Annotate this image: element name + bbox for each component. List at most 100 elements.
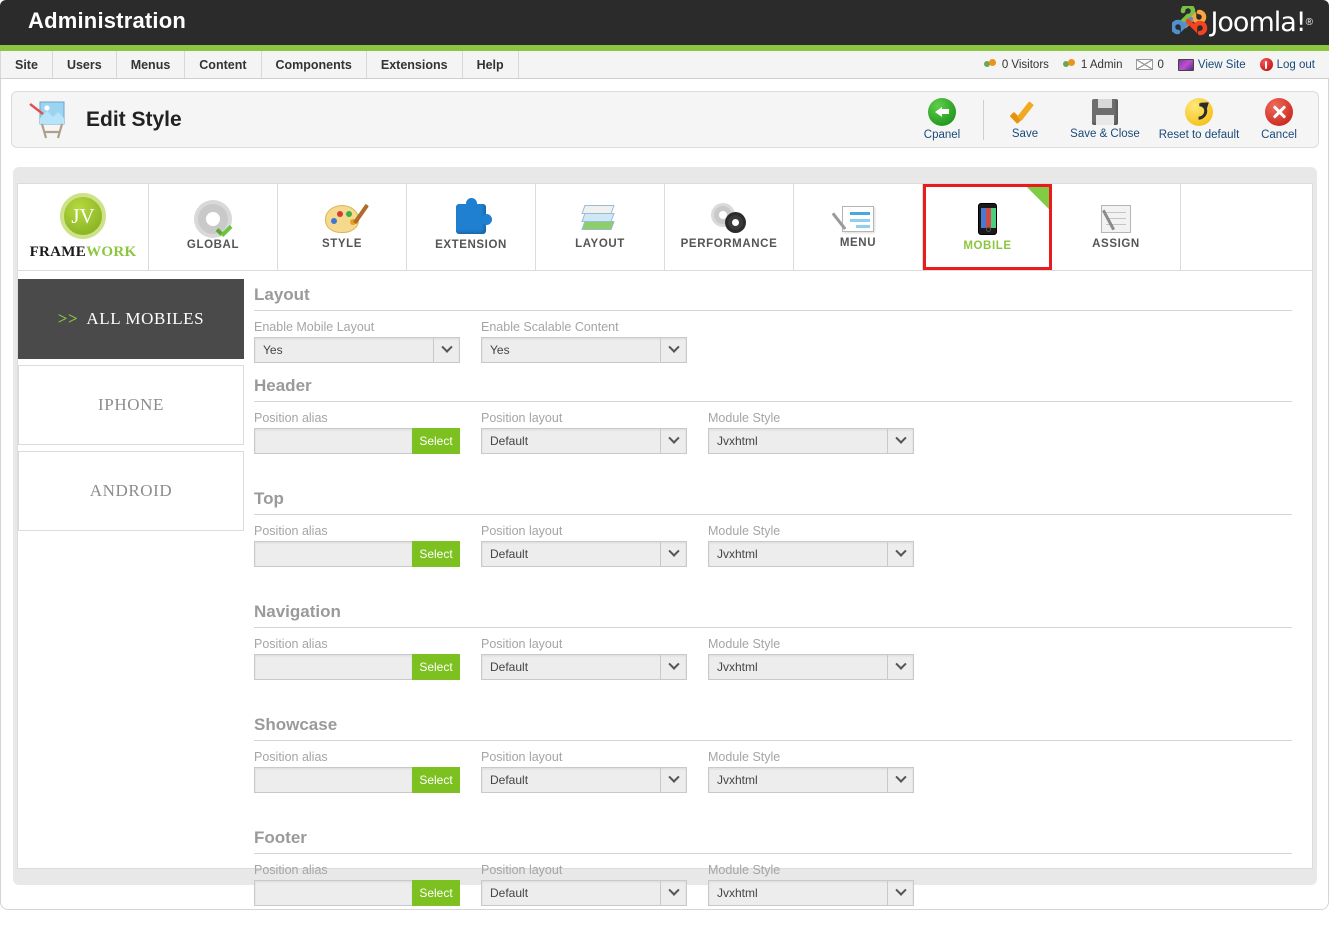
app-title: Administration: [28, 8, 187, 33]
menu-item-menus[interactable]: Menus: [117, 51, 186, 78]
top-style-select[interactable]: Jvxhtml: [708, 541, 914, 567]
field-enable-scalable-content: Enable Scalable Content Yes: [481, 320, 687, 376]
chevron-down-icon: [660, 768, 686, 792]
chevron-down-icon: [887, 429, 913, 453]
tab-menu[interactable]: MENU: [794, 184, 923, 270]
top-select-button[interactable]: Select: [412, 541, 460, 567]
top-alias-label: Position alias: [254, 524, 328, 538]
header-layout-select[interactable]: Default: [481, 428, 687, 454]
field-navigation-position-alias: Position alias Select: [254, 637, 460, 715]
top-alias-input[interactable]: [254, 541, 412, 567]
sidebar-item-android[interactable]: ANDROID: [18, 451, 244, 531]
showcase-layout-label: Position layout: [481, 750, 563, 764]
visitors-icon: [983, 58, 998, 71]
footer-style-value: Jvxhtml: [717, 886, 758, 900]
navigation-select-button[interactable]: Select: [412, 654, 460, 680]
header-style-select[interactable]: Jvxhtml: [708, 428, 914, 454]
menu-item-site[interactable]: Site: [0, 51, 53, 78]
tab-global[interactable]: GLOBAL: [149, 184, 278, 270]
gear-check-icon: [198, 203, 228, 234]
tab-style[interactable]: STYLE: [278, 184, 407, 270]
footer-layout-select[interactable]: Default: [481, 880, 687, 906]
top-layout-select[interactable]: Default: [481, 541, 687, 567]
navigation-style-select[interactable]: Jvxhtml: [708, 654, 914, 680]
footer-select-button[interactable]: Select: [412, 880, 460, 906]
save-button[interactable]: Save: [992, 94, 1058, 146]
field-navigation-position-layout: Position layout Default: [481, 637, 687, 715]
cpanel-label: Cpanel: [923, 129, 961, 141]
reset-default-button[interactable]: Reset to default: [1152, 94, 1246, 146]
navigation-style-value: Jvxhtml: [717, 660, 758, 674]
reset-default-label: Reset to default: [1158, 129, 1240, 141]
field-showcase-module-style: Module Style Jvxhtml: [708, 750, 914, 828]
showcase-select-button[interactable]: Select: [412, 767, 460, 793]
framework-wordmark: FRAMEWORK: [30, 244, 137, 261]
footer-alias-input[interactable]: [254, 880, 412, 906]
tab-extension[interactable]: EXTENSION: [407, 184, 536, 270]
joomla-mark-icon: [1172, 5, 1208, 35]
header-style-value: Jvxhtml: [717, 434, 758, 448]
menu-item-content[interactable]: Content: [185, 51, 262, 78]
chevron-down-icon: [433, 338, 459, 362]
sidebar-item-iphone[interactable]: IPHONE: [18, 365, 244, 445]
top-layout-label: Position layout: [481, 524, 563, 538]
section-layout: Layout Enable Mobile Layout Yes Enable S…: [254, 285, 1292, 376]
showcase-style-value: Jvxhtml: [717, 773, 758, 787]
cancel-button[interactable]: Cancel: [1246, 94, 1312, 146]
showcase-style-select[interactable]: Jvxhtml: [708, 767, 914, 793]
menu-item-users[interactable]: Users: [53, 51, 117, 78]
showcase-layout-select[interactable]: Default: [481, 767, 687, 793]
tab-mobile[interactable]: MOBILE: [923, 184, 1052, 270]
menu-spacer: [519, 51, 984, 78]
close-x-icon: [1265, 98, 1293, 126]
view-site-link[interactable]: View Site: [1177, 58, 1246, 71]
field-top-module-style: Module Style Jvxhtml: [708, 524, 914, 602]
gears-icon: [712, 205, 746, 233]
admin-icon: [1062, 58, 1077, 71]
main-menu-bar: Site Users Menus Content Components Exte…: [0, 51, 1329, 79]
admins-status: 1 Admin: [1062, 58, 1122, 71]
header-select-button[interactable]: Select: [412, 428, 460, 454]
navigation-layout-value: Default: [490, 660, 529, 674]
field-navigation-module-style: Module Style Jvxhtml: [708, 637, 914, 715]
tab-layout[interactable]: LAYOUT: [536, 184, 665, 270]
enable-scalable-content-select[interactable]: Yes: [481, 337, 687, 363]
sidebar-item-all-mobiles[interactable]: >> ALL MOBILES: [18, 279, 244, 359]
redo-arrow-icon: [1185, 98, 1213, 126]
palette-icon: [325, 203, 369, 233]
messages-status[interactable]: 0: [1136, 59, 1164, 71]
menu-item-components[interactable]: Components: [262, 51, 367, 78]
showcase-alias-label: Position alias: [254, 750, 328, 764]
menu-item-extensions[interactable]: Extensions: [367, 51, 463, 78]
mobile-settings-panel: >> ALL MOBILES IPHONE ANDROID Layout Ena…: [17, 271, 1313, 906]
field-header-position-alias: Position alias Select: [254, 411, 460, 489]
showcase-alias-input[interactable]: [254, 767, 412, 793]
enable-mobile-layout-value: Yes: [263, 343, 283, 357]
save-close-button[interactable]: Save & Close: [1058, 94, 1152, 146]
section-header-title: Header: [254, 376, 1292, 402]
footer-style-select[interactable]: Jvxhtml: [708, 880, 914, 906]
action-toolbar: Cpanel Save Save & Close Reset to defaul…: [909, 92, 1318, 147]
tab-performance[interactable]: PERFORMANCE: [665, 184, 794, 270]
navigation-alias-input[interactable]: [254, 654, 412, 680]
footer-style-label: Module Style: [708, 863, 781, 877]
footer-layout-value: Default: [490, 886, 529, 900]
logout-link[interactable]: Log out: [1259, 58, 1315, 71]
navigation-layout-select[interactable]: Default: [481, 654, 687, 680]
tab-assign[interactable]: ASSIGN: [1052, 184, 1181, 270]
visitors-count: 0 Visitors: [1001, 58, 1049, 71]
menu-item-help[interactable]: Help: [463, 51, 519, 78]
top-style-label: Module Style: [708, 524, 781, 538]
section-navigation-title: Navigation: [254, 602, 1292, 628]
status-area: 0 Visitors 1 Admin 0 View Site Log out: [983, 51, 1329, 78]
tab-extension-label: EXTENSION: [435, 238, 507, 251]
chevron-down-icon: [660, 338, 686, 362]
header-alias-input[interactable]: [254, 428, 412, 454]
footer-alias-label: Position alias: [254, 863, 328, 877]
enable-mobile-layout-select[interactable]: Yes: [254, 337, 460, 363]
checkmark-icon: [1010, 99, 1040, 125]
section-footer-title: Footer: [254, 828, 1292, 854]
top-field-row: Position alias Select Position layout De…: [254, 524, 1292, 602]
cpanel-button[interactable]: Cpanel: [909, 94, 975, 146]
cancel-label: Cancel: [1261, 129, 1297, 141]
